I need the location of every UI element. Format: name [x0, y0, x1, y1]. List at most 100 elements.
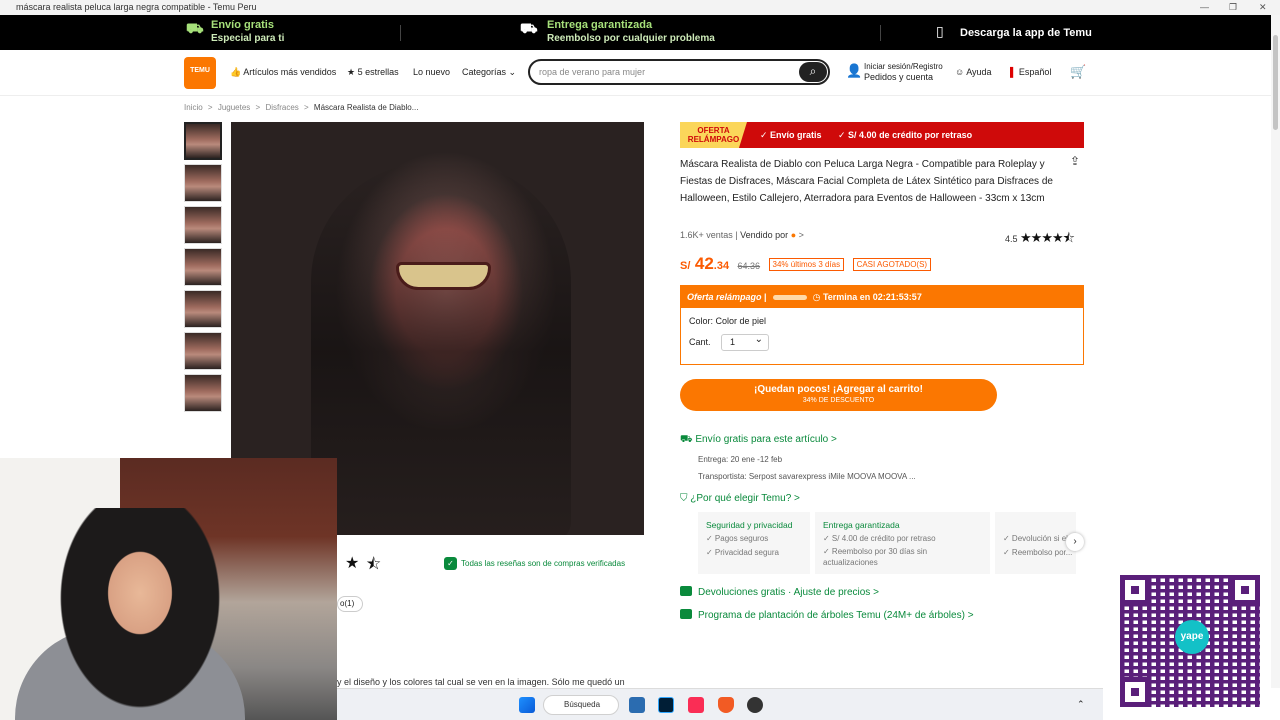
user-icon: 👤 — [846, 63, 863, 78]
nav-five-stars[interactable]: ★ 5 estrellas — [347, 67, 399, 78]
banner-delay-credit: ✓ S/ 4.00 de crédito por retraso — [838, 130, 973, 140]
logo-text: TEMU — [190, 67, 210, 74]
tree-program-link[interactable]: Programa de plantación de árboles Temu (… — [680, 609, 974, 621]
quantity-row: Cant. 1 — [681, 332, 1083, 351]
benefit-card: Seguridad y privacidad ✓ Pagos seguros ✓… — [698, 512, 810, 574]
thumbnail[interactable] — [184, 164, 222, 202]
thumbnail[interactable] — [184, 332, 222, 370]
download-app-link[interactable]: Descarga la app de Temu — [960, 26, 1092, 40]
banner-free-shipping: ✓ Envío gratis — [760, 130, 822, 140]
returns-icon — [680, 586, 692, 596]
nav-bestsellers-label: Artículos más vendidos — [243, 67, 337, 77]
color-row: Color: Color de piel — [681, 316, 1083, 326]
breadcrumb-toys[interactable]: Juguetes — [218, 103, 250, 112]
search-bar[interactable]: ropa de verano para mujer ⌕ — [528, 59, 830, 85]
promo-guaranteed-delivery[interactable]: Entrega garantizada Reembolso por cualqu… — [547, 18, 715, 46]
main-nav: TEMU 👍 Artículos más vendidos ★ 5 estrel… — [0, 50, 1280, 96]
returns-link[interactable]: Devoluciones gratis · Ajuste de precios … — [680, 586, 879, 598]
thumbnail[interactable] — [184, 206, 222, 244]
help-link[interactable]: ☺ Ayuda — [955, 67, 992, 77]
obs-icon[interactable] — [747, 697, 763, 713]
store-app-icon[interactable] — [629, 697, 645, 713]
truck-icon: ⛟ — [186, 20, 204, 36]
nav-categories-label: Categorías — [462, 67, 507, 77]
brave-browser-icon[interactable] — [718, 697, 734, 713]
check-icon: ✓ — [444, 557, 457, 570]
benefits-carousel: Seguridad y privacidad ✓ Pagos seguros ✓… — [698, 512, 1076, 574]
offer-countdown: Termina en 02:21:53:57 — [822, 292, 922, 302]
photoshop-icon[interactable] — [658, 697, 674, 713]
breadcrumb: Inicio > Juguetes > Disfraces > Máscara … — [184, 103, 421, 112]
thumbnail[interactable] — [184, 290, 222, 328]
benefit-item: ✓ Pagos seguros — [706, 534, 769, 543]
flash-offer-header: Oferta relámpago | ◷ Termina en 02:21:53:… — [681, 286, 1083, 308]
benefit-item: ✓ Privacidad segura — [706, 548, 779, 557]
minimize-icon[interactable]: — — [1200, 0, 1209, 15]
promo-free-shipping[interactable]: Envío gratis Especial para ti — [211, 18, 284, 46]
benefit-card-title: Seguridad y privacidad — [706, 520, 793, 530]
free-shipping-link[interactable]: ⛟ Envío gratis para este artículo > — [680, 434, 837, 447]
shield-check-icon: ⛉ — [680, 493, 688, 504]
divider — [880, 25, 881, 41]
add-to-cart-button[interactable]: ¡Quedan pocos! ¡Agregar al carrito! 34% … — [680, 379, 997, 411]
scrollbar-thumb[interactable] — [1273, 35, 1278, 130]
review-filter-pill[interactable]: o(1) — [337, 596, 363, 612]
page-scrollbar[interactable] — [1271, 15, 1280, 688]
peru-flag-icon: ▌ — [1010, 67, 1017, 77]
chevron-right-icon: › — [1073, 536, 1077, 547]
returns-label: Devoluciones gratis · Ajuste de precios … — [698, 587, 879, 598]
help-label: Ayuda — [966, 67, 992, 77]
thumbnail[interactable] — [184, 122, 222, 160]
shield-truck-icon: ⛟ — [520, 20, 538, 36]
search-button[interactable]: ⌕ — [799, 62, 827, 82]
search-icon: ⌕ — [809, 64, 817, 78]
signin-bottom: Pedidos y cuenta — [864, 72, 934, 82]
search-input[interactable]: ropa de verano para mujer — [539, 67, 645, 77]
benefit-item: ✓ Reembolso por 30 días sin actualizacio… — [823, 547, 928, 567]
taskbar-search[interactable]: Búsqueda — [543, 695, 619, 715]
promo-delivery-title: Entrega garantizada — [547, 19, 653, 31]
signin-link[interactable]: Iniciar sesión/Registro Pedidos y cuenta — [864, 62, 943, 82]
yape-logo: yape — [1175, 620, 1209, 654]
store-icon[interactable]: ● — [791, 230, 796, 240]
breadcrumb-costumes[interactable]: Disfraces — [265, 103, 298, 112]
promo-bar: ⛟ Envío gratis Especial para ti ⛟ Entreg… — [0, 15, 1280, 50]
divider — [400, 25, 401, 41]
review-text: y el diseño y los colores tal cual se ve… — [337, 677, 625, 687]
quantity-label: Cant. — [689, 337, 711, 347]
add-to-cart-label: ¡Quedan pocos! ¡Agregar al carrito! — [754, 384, 923, 395]
rating-value: 4.5 — [1005, 234, 1018, 244]
cart-icon[interactable]: 🛒 — [1070, 64, 1086, 80]
chevron-up-icon[interactable]: ⌃ — [1077, 699, 1087, 709]
nav-categories[interactable]: Categorías ⌄ — [462, 67, 516, 78]
benefit-card: Entrega garantizada ✓ S/ 4.00 de crédito… — [815, 512, 990, 574]
tree-program-label: Programa de plantación de árboles Temu (… — [698, 610, 974, 621]
carousel-next-button[interactable]: › — [1066, 533, 1084, 551]
nav-bestsellers[interactable]: 👍 Artículos más vendidos — [230, 67, 336, 78]
close-icon[interactable]: ✕ — [1259, 0, 1267, 15]
window-titlebar: máscara realista peluca larga negra comp… — [0, 0, 1280, 15]
share-icon[interactable]: ⇪ — [1070, 154, 1080, 168]
chevron-down-icon: ⌄ — [508, 67, 517, 77]
why-temu-link[interactable]: ⛉ ¿Por qué elegir Temu? > — [680, 493, 800, 504]
offer-progress-bar — [772, 295, 807, 301]
breadcrumb-home[interactable]: Inicio — [184, 103, 203, 112]
flash-offer-label: Oferta relámpago — [687, 292, 762, 302]
breadcrumb-sep: > — [207, 103, 213, 112]
maximize-icon[interactable]: ❐ — [1229, 0, 1237, 15]
temu-logo[interactable]: TEMU — [184, 57, 216, 89]
windows-start-icon[interactable] — [519, 697, 535, 713]
thumbnail[interactable] — [184, 374, 222, 412]
benefit-card: ✓ Devolución si el... ✓ Reembolso por... — [995, 512, 1076, 574]
language-selector[interactable]: ▌ Español — [1010, 67, 1051, 77]
breadcrumb-sep: > — [304, 103, 309, 112]
thumbnail[interactable] — [184, 248, 222, 286]
stock-tag: CASI AGOTADO(S) — [852, 258, 932, 271]
product-rating[interactable]: 4.5 ★★★★⯪ — [1005, 229, 1075, 251]
product-meta: 1.6K+ ventas | Vendido por ● > — [680, 230, 804, 240]
benefit-card-title: Entrega garantizada — [823, 520, 900, 530]
why-temu-title: ¿Por qué elegir Temu? > — [690, 493, 800, 504]
nav-new[interactable]: Lo nuevo — [413, 67, 450, 77]
quantity-select[interactable]: 1 — [721, 332, 770, 351]
music-icon[interactable] — [688, 697, 704, 713]
